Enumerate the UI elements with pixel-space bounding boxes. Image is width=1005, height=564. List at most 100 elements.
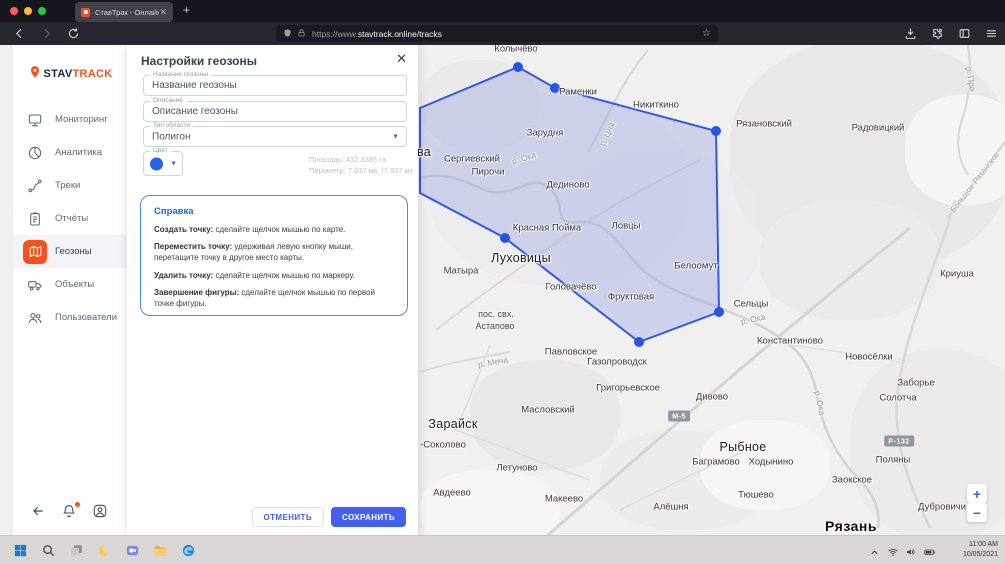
- map-label: Григорьевское: [596, 383, 660, 394]
- map-label: Макеево: [545, 494, 583, 505]
- map-label: Рыбное: [719, 440, 766, 454]
- help-title: Справка: [154, 206, 394, 217]
- map-zoom-in-button[interactable]: +: [967, 484, 987, 503]
- browser-toolbar: https://www.stavtrack.online/tracks ☆: [0, 22, 1005, 45]
- tray-chevron-up-icon[interactable]: [869, 545, 881, 557]
- sidebar-item-users[interactable]: Пользователи: [13, 301, 127, 334]
- volume-icon[interactable]: [905, 545, 917, 557]
- sidebar-item-reports[interactable]: Отчёты: [13, 202, 127, 235]
- url-bar[interactable]: https://www.stavtrack.online/tracks ☆: [276, 25, 718, 42]
- notifications-bell-icon[interactable]: [61, 503, 79, 521]
- map-label: Газопроводск: [587, 357, 647, 368]
- geofence-description-input[interactable]: [144, 102, 406, 121]
- toolbar-right-icons: [902, 22, 999, 45]
- screen: КолычёвоРаменкиНикиткиноРязановскийРадов…: [0, 0, 1005, 564]
- sidebar-item-label: Геозоны: [55, 246, 92, 257]
- map-label: Масловский: [521, 405, 574, 416]
- taskbar: 11:00 AM 10/05/2021: [0, 535, 1005, 564]
- file-explorer-icon[interactable]: [150, 540, 171, 561]
- map-label: Сергиевский: [444, 154, 500, 165]
- start-button-icon[interactable]: [10, 540, 31, 561]
- clock-date: 10/05/2021: [963, 550, 998, 560]
- tab-close-icon[interactable]: ✕: [159, 7, 167, 18]
- battery-icon[interactable]: [923, 545, 935, 557]
- map-label: Фруктовая: [608, 292, 654, 303]
- geofence-description-field[interactable]: Описание: [143, 101, 407, 122]
- help-item-text: сделайте щелчок мышью по карте.: [213, 225, 345, 234]
- logo-text-stav: STAV: [44, 68, 73, 80]
- logo-pin-icon: [28, 65, 42, 83]
- selected-color-swatch[interactable]: [150, 157, 163, 170]
- logo-text-track: TRACK: [72, 68, 112, 80]
- map-label: р. Пра: [964, 66, 978, 92]
- map-label: Луховицы: [491, 251, 551, 265]
- map-label: Никиткино: [633, 100, 679, 111]
- edge-browser-icon[interactable]: [178, 540, 199, 561]
- map-label: Рязань: [825, 518, 877, 534]
- wifi-icon[interactable]: [887, 545, 899, 557]
- search-icon[interactable]: [38, 540, 59, 561]
- area-type-value: Полигон: [152, 131, 190, 142]
- map-zoom-out-button[interactable]: −: [967, 503, 987, 522]
- save-button[interactable]: СОХРАНИТЬ: [331, 507, 406, 527]
- sidebar-toggle-icon[interactable]: [956, 26, 972, 42]
- area-type-select[interactable]: Тип области Полигон ▼: [143, 126, 407, 147]
- window-minimize-button[interactable]: [24, 7, 32, 15]
- task-view-icon[interactable]: [66, 540, 87, 561]
- chevron-down-icon: ▼: [170, 160, 177, 167]
- help-item: Завершение фигуры: сделайте щелчок мышью…: [154, 287, 394, 309]
- sidebar-item-label: Аналитика: [55, 147, 102, 158]
- menu-hamburger-icon[interactable]: [983, 26, 999, 42]
- lock-icon[interactable]: [297, 28, 306, 40]
- color-picker[interactable]: Цвет ▼: [143, 151, 183, 176]
- map-label: Рязановский: [736, 119, 792, 130]
- sidebar-item-monitoring[interactable]: Мониторинг: [13, 103, 127, 136]
- reload-icon[interactable]: [65, 26, 81, 42]
- sidebar-item-label: Отчёты: [55, 213, 88, 224]
- forward-icon[interactable]: [38, 26, 54, 42]
- geofence-name-input[interactable]: [144, 76, 406, 95]
- chat-app-icon[interactable]: [122, 540, 143, 561]
- geofence-name-field[interactable]: Название геозоны: [143, 75, 407, 96]
- help-item-lead: Создать точку:: [154, 225, 213, 234]
- road-badge: М-5: [668, 411, 690, 422]
- app-sidebar: STAVTRACK Мониторинг Аналитика Треки Отч…: [13, 45, 127, 535]
- close-icon[interactable]: ✕: [396, 52, 407, 65]
- map-label: Авдеево: [433, 488, 471, 499]
- account-icon[interactable]: [92, 503, 110, 521]
- sidebar-item-geozones[interactable]: Геозоны: [13, 235, 127, 268]
- road-badge: Р-132: [884, 436, 914, 447]
- sidebar-footer: [13, 503, 127, 521]
- night-mode-moon-icon[interactable]: [94, 540, 115, 561]
- map-label: Пирочи: [472, 167, 505, 178]
- map-label: р. Меча: [477, 354, 509, 369]
- map-label: Ловцы: [612, 221, 641, 232]
- map-label: Тюшево: [738, 490, 774, 501]
- map-label: Летуново: [496, 463, 537, 474]
- map-icon: [23, 240, 47, 264]
- map-label: Заборье: [897, 378, 934, 389]
- taskbar-apps: [10, 536, 199, 564]
- sidebar-item-analytics[interactable]: Аналитика: [13, 136, 127, 169]
- map-label: Колычёво: [494, 44, 537, 55]
- extensions-icon[interactable]: [929, 26, 945, 42]
- cancel-button[interactable]: ОТМЕНИТЬ: [252, 507, 324, 527]
- window-maximize-button[interactable]: [38, 7, 46, 15]
- back-icon[interactable]: [11, 26, 27, 42]
- map-label: Константиново: [757, 336, 823, 347]
- collapse-back-icon[interactable]: [30, 503, 48, 521]
- shield-icon[interactable]: [283, 28, 292, 40]
- sidebar-item-tracks[interactable]: Треки: [13, 169, 127, 202]
- map-label: Головачёво: [546, 282, 597, 293]
- sidebar-item-objects[interactable]: Объекты: [13, 268, 127, 301]
- browser-tab[interactable]: СтавТрак - Онлайн мониторин ✕: [75, 2, 173, 22]
- taskbar-clock[interactable]: 11:00 AM 10/05/2021: [963, 540, 998, 560]
- window-close-button[interactable]: [10, 7, 18, 15]
- field-label: Тип области: [150, 123, 193, 130]
- map-label: ва: [417, 145, 431, 159]
- truck-icon: [23, 273, 47, 297]
- new-tab-button[interactable]: +: [183, 3, 190, 17]
- bookmark-star-icon[interactable]: ☆: [702, 28, 711, 39]
- downloads-icon[interactable]: [902, 26, 918, 42]
- map-label: р. Ока: [740, 312, 766, 327]
